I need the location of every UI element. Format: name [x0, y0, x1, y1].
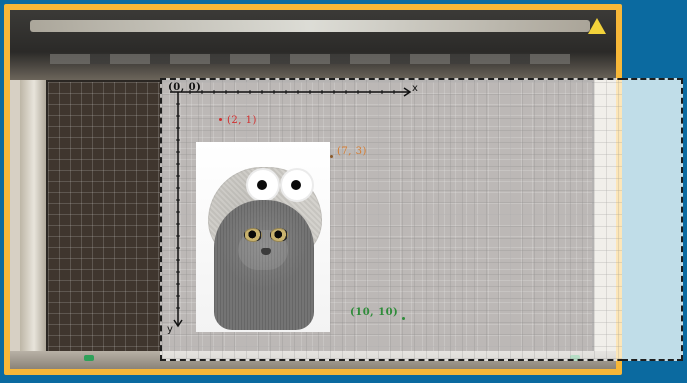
- axis-layer: [170, 87, 412, 328]
- origin-label: (0, 0): [168, 82, 202, 93]
- hat-eye-right: [280, 168, 314, 202]
- cat-eye-right: [270, 228, 288, 242]
- point-7-3-dot: [330, 155, 333, 158]
- cat-photo: [196, 142, 330, 332]
- y-axis-label: y: [167, 324, 173, 335]
- point-10-10-dot: [402, 317, 405, 320]
- cat: [214, 200, 314, 330]
- hat-eye-left: [246, 168, 280, 202]
- point-7-3-label: (7, 3): [337, 146, 367, 157]
- x-axis-label: x: [412, 83, 418, 94]
- point-10-10-label: (10, 10): [350, 307, 399, 318]
- hat-pupil-right: [291, 180, 301, 190]
- hat-pupil-left: [257, 180, 267, 190]
- screenshot-stage: (0, 0) x y (2, 1) (7, 3) (10, 10): [0, 0, 687, 383]
- cat-eye-left: [244, 228, 262, 242]
- cat-nose: [261, 248, 271, 255]
- point-2-1-dot: [219, 118, 222, 121]
- point-2-1-label: (2, 1): [227, 115, 257, 126]
